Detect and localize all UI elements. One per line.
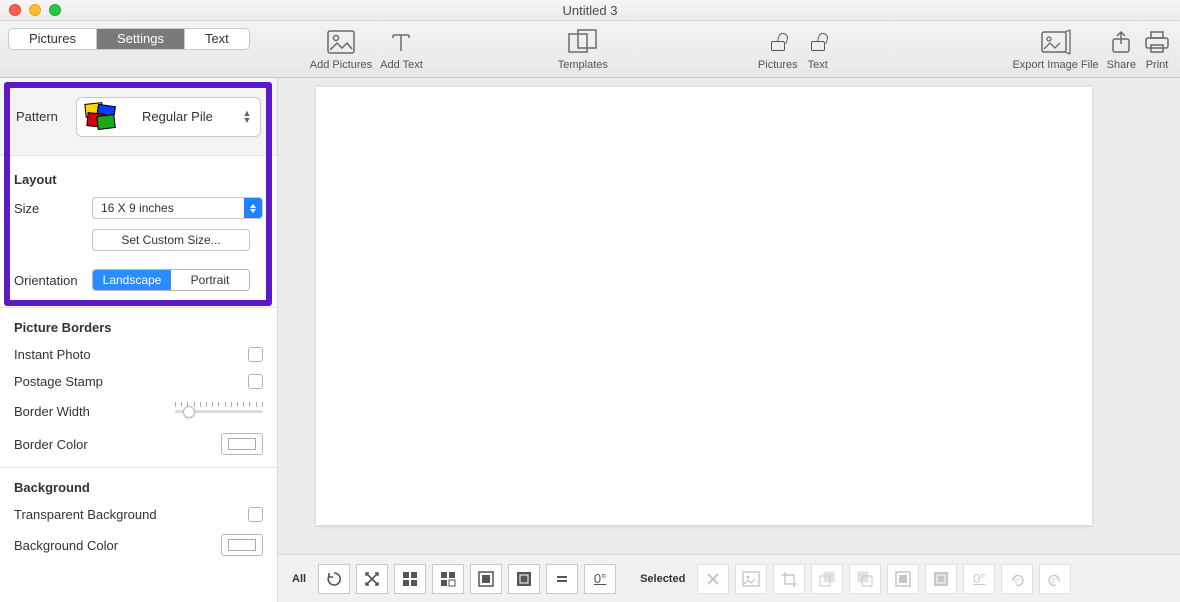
zoom-button[interactable] [49, 4, 61, 16]
border-color-label: Border Color [14, 437, 88, 452]
lock-open-icon [811, 33, 825, 51]
grid-2x2-button[interactable] [394, 564, 426, 594]
image-icon [742, 571, 760, 587]
forward-icon [818, 570, 836, 588]
replace-image-button [735, 564, 767, 594]
shuffle-icon [363, 570, 381, 588]
pattern-label: Pattern [16, 109, 58, 124]
grid3-icon [439, 570, 457, 588]
text-t-icon [390, 30, 412, 54]
size-select[interactable]: 16 X 9 inches [92, 197, 263, 219]
export-icon [1041, 29, 1071, 55]
fit-button[interactable] [470, 564, 502, 594]
border-color-well[interactable] [221, 433, 263, 455]
crop-button [773, 564, 805, 594]
all-label: All [292, 573, 306, 585]
postage-stamp-checkbox[interactable] [248, 374, 263, 389]
fill-icon [932, 570, 950, 588]
crop-icon [780, 570, 798, 588]
add-pictures-button[interactable]: Add Pictures [310, 27, 372, 71]
instant-photo-label: Instant Photo [14, 347, 91, 362]
background-title: Background [14, 480, 263, 495]
print-icon [1144, 30, 1170, 54]
postage-stamp-label: Postage Stamp [14, 374, 103, 389]
chevron-updown-icon: ▲▼ [240, 110, 254, 124]
templates-button[interactable]: Templates [558, 27, 608, 71]
lock-text-button[interactable]: Text [808, 27, 828, 71]
rotate-left-button: 1° [1039, 564, 1071, 594]
sel-rotate-reset-button: 0° [963, 564, 995, 594]
fill-icon [515, 570, 533, 588]
share-button[interactable]: Share [1107, 27, 1136, 71]
bring-forward-button [811, 564, 843, 594]
border-width-slider[interactable] [175, 401, 263, 421]
orientation-portrait[interactable]: Portrait [171, 270, 249, 290]
rotate-right-button: 1° [1001, 564, 1033, 594]
border-width-label: Border Width [14, 404, 90, 419]
rotate-left-icon: 1° [1046, 570, 1064, 588]
grid-icon [401, 570, 419, 588]
backward-icon [856, 570, 874, 588]
svg-text:1°: 1° [1014, 577, 1021, 585]
tab-text[interactable]: Text [185, 29, 249, 49]
image-icon [327, 30, 355, 54]
transparent-bg-checkbox[interactable] [248, 507, 263, 522]
equal-button[interactable] [546, 564, 578, 594]
custom-size-button[interactable]: Set Custom Size... [92, 229, 250, 251]
canvas[interactable] [316, 87, 1092, 525]
print-button[interactable]: Print [1144, 27, 1170, 71]
bg-color-well[interactable] [221, 534, 263, 556]
rotate-right-icon: 1° [1008, 570, 1026, 588]
instant-photo-checkbox[interactable] [248, 347, 263, 362]
sel-fill-button [925, 564, 957, 594]
refresh-button[interactable] [318, 564, 350, 594]
send-backward-button [849, 564, 881, 594]
delete-button [697, 564, 729, 594]
sel-fit-button [887, 564, 919, 594]
x-icon [705, 571, 721, 587]
minimize-button[interactable] [29, 4, 41, 16]
tab-pictures[interactable]: Pictures [9, 29, 97, 49]
add-text-button[interactable]: Add Text [380, 27, 423, 71]
fill-button[interactable] [508, 564, 540, 594]
bg-color-label: Background Color [14, 538, 118, 553]
layout-title: Layout [14, 172, 263, 187]
svg-text:1°: 1° [1051, 577, 1058, 585]
bottom-toolbar: All 0° Selected 0° 1° 1° [278, 554, 1180, 602]
orientation-label: Orientation [14, 273, 92, 288]
pattern-dropdown[interactable]: Regular Pile ▲▼ [76, 97, 261, 137]
templates-icon [568, 29, 598, 55]
selected-label: Selected [640, 573, 685, 585]
transparent-bg-label: Transparent Background [14, 507, 157, 522]
fit-icon [894, 570, 912, 588]
equal-icon [553, 570, 571, 588]
pile-icon [85, 103, 115, 131]
lock-open-icon [771, 33, 785, 51]
lock-pictures-button[interactable]: Pictures [758, 27, 798, 71]
close-button[interactable] [9, 4, 21, 16]
settings-sidebar: Pattern Regular Pile ▲▼ Layout Size 16 X… [0, 78, 278, 602]
sidebar-tabs: Pictures Settings Text [8, 28, 250, 50]
share-icon [1110, 30, 1132, 54]
select-arrow-icon [244, 198, 262, 218]
rotate-reset-button[interactable]: 0° [584, 564, 616, 594]
fit-icon [477, 570, 495, 588]
window-title: Untitled 3 [563, 3, 618, 18]
grid-3-button[interactable] [432, 564, 464, 594]
size-label: Size [14, 201, 92, 216]
orientation-landscape[interactable]: Landscape [93, 270, 171, 290]
tab-settings[interactable]: Settings [97, 29, 185, 49]
refresh-icon [325, 570, 343, 588]
shuffle-button[interactable] [356, 564, 388, 594]
borders-title: Picture Borders [14, 320, 263, 335]
export-button[interactable]: Export Image File [1012, 27, 1098, 71]
orientation-segmented: Landscape Portrait [92, 269, 250, 291]
